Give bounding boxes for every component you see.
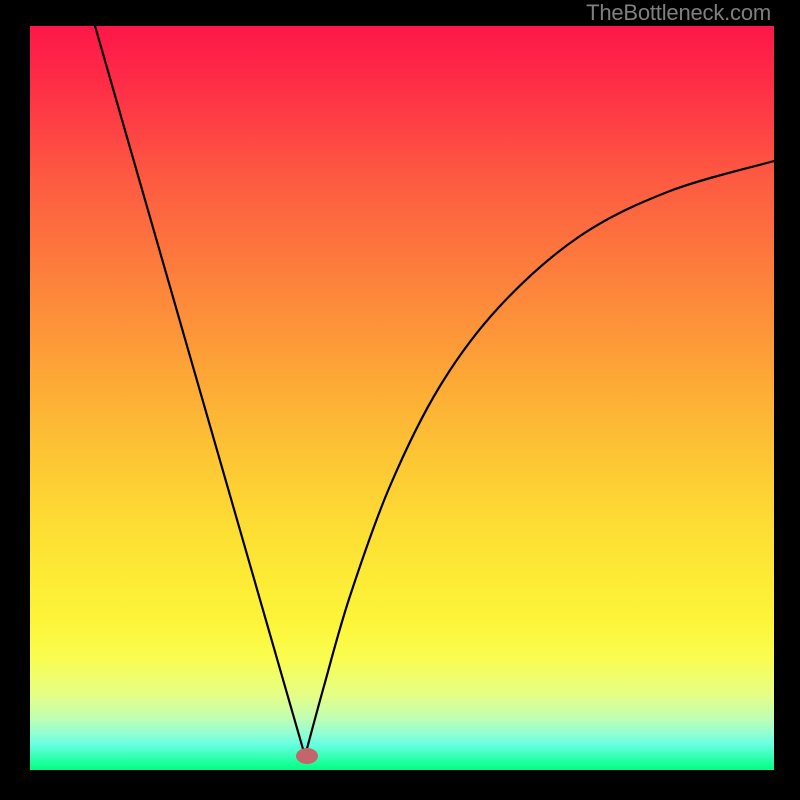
watermark-text: TheBottleneck.com <box>586 0 771 26</box>
curve-svg <box>30 26 774 770</box>
chart-frame: TheBottleneck.com <box>0 0 800 800</box>
plot-area <box>30 26 774 770</box>
bottleneck-curve <box>95 26 774 756</box>
minimum-marker <box>296 748 318 764</box>
